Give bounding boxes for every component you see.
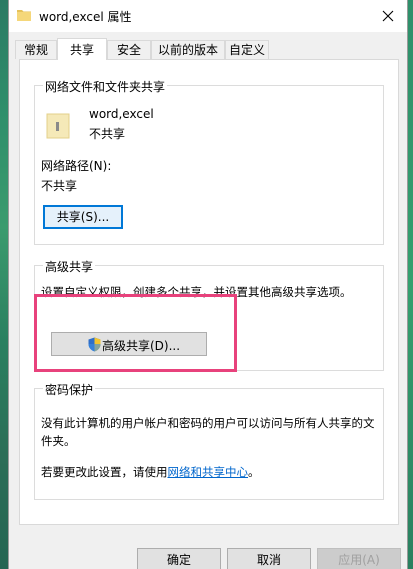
- password-description-line1: 没有此计算机的用户帐户和密码的用户可以访问与所有人共享的文: [41, 416, 375, 430]
- tab-general[interactable]: 常规: [15, 40, 57, 59]
- advanced-sharing-button-label: 高级共享(D)...: [102, 339, 181, 353]
- folder-sharing-status: 不共享: [89, 127, 126, 141]
- folder-icon: [17, 10, 31, 21]
- share-button[interactable]: 共享(S)...: [43, 205, 123, 229]
- title-bar[interactable]: word,excel 属性: [9, 0, 407, 32]
- advanced-sharing-title: 高级共享: [43, 258, 96, 275]
- password-change-prefix: 若要更改此设置，请使用: [41, 465, 168, 479]
- close-icon: [382, 10, 394, 22]
- apply-button[interactable]: 应用(A): [317, 548, 401, 569]
- tab-security[interactable]: 安全: [107, 40, 151, 59]
- password-change-instruction: 若要更改此设置，请使用网络和共享中心。: [41, 464, 260, 480]
- tab-sharing[interactable]: 共享: [57, 38, 107, 60]
- folder-name: word,excel: [89, 107, 154, 121]
- password-protection-title: 密码保护: [43, 381, 96, 398]
- advanced-sharing-description: 设置自定义权限，创建多个共享，并设置其他高级共享选项。: [41, 285, 352, 299]
- tab-strip: 常规 共享 安全 以前的版本 自定义: [9, 38, 407, 60]
- shield-icon: [88, 337, 101, 352]
- close-button[interactable]: [369, 0, 407, 32]
- cancel-button[interactable]: 取消: [227, 548, 311, 569]
- network-path-value: 不共享: [41, 179, 78, 193]
- advanced-sharing-group: 高级共享 设置自定义权限，创建多个共享，并设置其他高级共享选项。 高级共享(D)…: [34, 258, 384, 371]
- password-change-suffix: 。: [248, 465, 260, 479]
- desktop-background-left: [0, 0, 8, 569]
- tab-customize[interactable]: 自定义: [225, 40, 269, 59]
- password-description-line2: 件夹。: [41, 434, 76, 448]
- advanced-sharing-button[interactable]: 高级共享(D)...: [51, 332, 207, 356]
- password-protection-group: 密码保护 没有此计算机的用户帐户和密码的用户可以访问与所有人共享的文 件夹。 若…: [34, 381, 384, 500]
- network-path-label: 网络路径(N):: [41, 159, 112, 173]
- sharing-panel: 网络文件和文件夹共享 word,excel 不共享 网络路径(N): 不共享 共…: [19, 59, 399, 525]
- window-title: word,excel 属性: [39, 10, 132, 24]
- ok-button[interactable]: 确定: [137, 548, 221, 569]
- tab-previous-versions[interactable]: 以前的版本: [151, 40, 225, 59]
- network-sharing-center-link[interactable]: 网络和共享中心: [168, 465, 249, 479]
- network-sharing-group: 网络文件和文件夹共享 word,excel 不共享 网络路径(N): 不共享 共…: [34, 78, 384, 245]
- properties-dialog: word,excel 属性 常规 共享 安全 以前的版本 自定义 网络文件和文件…: [8, 0, 408, 569]
- folder-icon: [46, 113, 70, 139]
- network-sharing-title: 网络文件和文件夹共享: [43, 78, 168, 95]
